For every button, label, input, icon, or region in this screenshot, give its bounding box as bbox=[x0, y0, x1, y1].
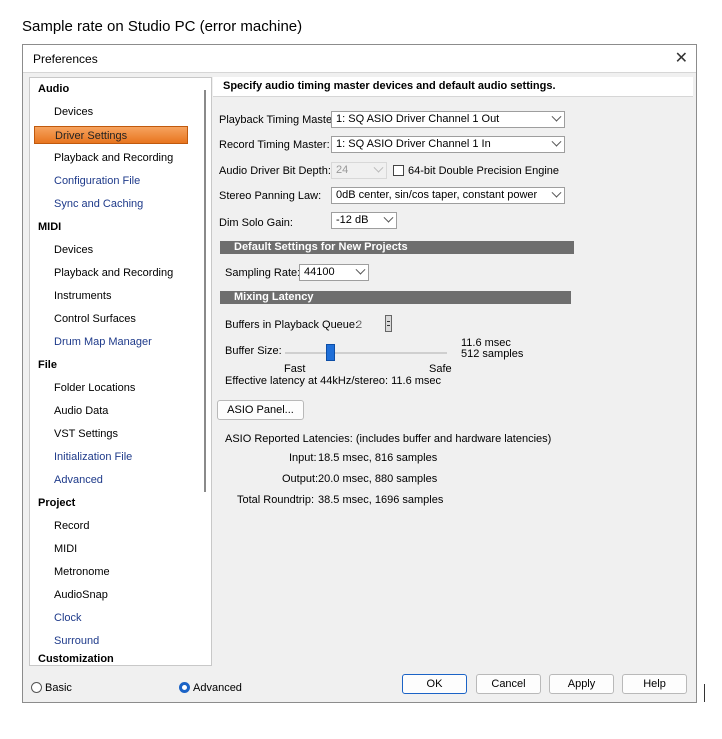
tree-item-audiosnap[interactable]: AudioSnap bbox=[54, 586, 108, 604]
buffer-size-slider-thumb[interactable] bbox=[326, 344, 336, 361]
playback-timing-master-select[interactable]: 1: SQ ASIO Driver Channel 1 Out bbox=[331, 111, 565, 128]
tree-item-instruments[interactable]: Instruments bbox=[54, 287, 111, 305]
tree-scrollbar-thumb[interactable] bbox=[204, 90, 206, 492]
record-timing-master-label: Record Timing Master: bbox=[219, 139, 330, 151]
dim-solo-gain-label: Dim Solo Gain: bbox=[219, 217, 293, 229]
tree-item-driver-settings[interactable]: Driver Settings bbox=[34, 126, 188, 144]
tree-item-audio-data[interactable]: Audio Data bbox=[54, 402, 108, 420]
tree-item-surround[interactable]: Surround bbox=[54, 632, 99, 650]
preferences-dialog: Preferences ✕ Audio Devices Driver Setti… bbox=[22, 44, 697, 703]
driver-settings-panel: Specify audio timing master devices and … bbox=[213, 77, 693, 666]
effective-latency-text: Effective latency at 44kHz/stereo: 11.6 … bbox=[225, 375, 442, 387]
output-latency-label: Output: bbox=[282, 473, 319, 485]
panning-law-value: 0dB center, sin/cos taper, constant powe… bbox=[336, 189, 538, 201]
dim-solo-gain-value: -12 dB bbox=[336, 214, 369, 226]
playback-timing-master-value: 1: SQ ASIO Driver Channel 1 Out bbox=[336, 113, 500, 125]
advanced-mode-radio[interactable] bbox=[179, 682, 190, 693]
help-button[interactable]: Help bbox=[622, 674, 687, 694]
double-precision-checkbox[interactable] bbox=[393, 165, 404, 176]
chevron-down-icon bbox=[355, 264, 366, 275]
bit-depth-value: 24 bbox=[336, 164, 349, 176]
buffers-in-queue-value[interactable]: 2 bbox=[356, 319, 362, 331]
asio-panel-button[interactable]: ASIO Panel... bbox=[217, 400, 304, 420]
input-latency-label: Input: bbox=[289, 452, 317, 464]
tree-item-control-surfaces[interactable]: Control Surfaces bbox=[54, 310, 136, 328]
panning-law-label: Stereo Panning Law: bbox=[219, 190, 322, 202]
tree-item-folder-locations[interactable]: Folder Locations bbox=[54, 379, 135, 397]
buffers-in-queue-spinner[interactable] bbox=[385, 315, 392, 332]
buffer-size-samples: 512 samples bbox=[461, 348, 524, 360]
tree-item-audio-playback-recording[interactable]: Playback and Recording bbox=[54, 149, 173, 167]
chevron-down-icon bbox=[551, 111, 562, 122]
sampling-rate-value: 44100 bbox=[304, 266, 335, 278]
sampling-rate-label: Sampling Rate: bbox=[225, 267, 301, 279]
close-icon[interactable]: ✕ bbox=[675, 48, 688, 68]
tree-category-midi[interactable]: MIDI bbox=[38, 218, 61, 236]
panel-header: Specify audio timing master devices and … bbox=[213, 77, 693, 97]
basic-mode-label[interactable]: Basic bbox=[45, 682, 72, 694]
dim-solo-gain-select[interactable]: -12 dB bbox=[331, 212, 397, 229]
basic-mode-radio[interactable] bbox=[31, 682, 42, 693]
tree-category-project[interactable]: Project bbox=[38, 494, 75, 512]
preferences-tree: Audio Devices Driver Settings Playback a… bbox=[29, 77, 212, 666]
panel-header-text: Specify audio timing master devices and … bbox=[223, 80, 556, 92]
bit-depth-label: Audio Driver Bit Depth: bbox=[219, 165, 331, 177]
apply-button[interactable]: Apply bbox=[549, 674, 614, 694]
chevron-down-icon bbox=[551, 187, 562, 198]
tree-item-audio-devices[interactable]: Devices bbox=[54, 103, 93, 121]
tree-category-customization[interactable]: Customization bbox=[38, 650, 114, 665]
reported-latencies-label: ASIO Reported Latencies: (includes buffe… bbox=[225, 433, 552, 445]
chevron-down-icon bbox=[551, 136, 562, 147]
text-cursor bbox=[704, 684, 705, 702]
buffer-size-fast-label: Fast bbox=[284, 363, 306, 375]
record-timing-master-select[interactable]: 1: SQ ASIO Driver Channel 1 In bbox=[331, 136, 565, 153]
bit-depth-select[interactable]: 24 bbox=[331, 162, 387, 179]
roundtrip-latency-label: Total Roundtrip: bbox=[237, 494, 315, 506]
sampling-rate-select[interactable]: 44100 bbox=[299, 264, 369, 281]
tree-category-audio[interactable]: Audio bbox=[38, 80, 69, 98]
tree-item-configuration-file[interactable]: Configuration File bbox=[54, 172, 140, 190]
tree-item-advanced[interactable]: Advanced bbox=[54, 471, 103, 489]
tree-item-initialization-file[interactable]: Initialization File bbox=[54, 448, 132, 466]
double-precision-label: 64-bit Double Precision Engine bbox=[408, 165, 560, 177]
tree-item-midi-devices[interactable]: Devices bbox=[54, 241, 93, 259]
buffers-in-queue-label: Buffers in Playback Queue: bbox=[225, 319, 359, 331]
tree-item-sync-caching[interactable]: Sync and Caching bbox=[54, 195, 143, 213]
tree-scrollbar[interactable] bbox=[200, 80, 210, 663]
tree-item-record[interactable]: Record bbox=[54, 517, 89, 535]
output-latency-value: 20.0 msec, 880 samples bbox=[318, 473, 438, 485]
ok-button[interactable]: OK bbox=[402, 674, 467, 694]
input-latency-value: 18.5 msec, 816 samples bbox=[318, 452, 438, 464]
tree-item-metronome[interactable]: Metronome bbox=[54, 563, 110, 581]
buffer-size-label: Buffer Size: bbox=[225, 345, 282, 357]
buffer-size-slider-track[interactable] bbox=[285, 352, 447, 354]
tree-item-midi-playback-recording[interactable]: Playback and Recording bbox=[54, 264, 173, 282]
tree-item-drum-map-manager[interactable]: Drum Map Manager bbox=[54, 333, 152, 351]
record-timing-master-value: 1: SQ ASIO Driver Channel 1 In bbox=[336, 138, 491, 150]
playback-timing-master-label: Playback Timing Master: bbox=[219, 114, 339, 126]
tree-item-project-midi[interactable]: MIDI bbox=[54, 540, 77, 558]
roundtrip-latency-value: 38.5 msec, 1696 samples bbox=[318, 494, 444, 506]
tree-category-file[interactable]: File bbox=[38, 356, 57, 374]
buffer-size-safe-label: Safe bbox=[429, 363, 452, 375]
title-bar: Preferences ✕ bbox=[23, 45, 696, 73]
tree-item-clock[interactable]: Clock bbox=[54, 609, 82, 627]
dialog-title: Preferences bbox=[33, 52, 98, 66]
chevron-down-icon bbox=[383, 212, 394, 223]
chevron-down-icon bbox=[373, 162, 384, 173]
tree-item-vst-settings[interactable]: VST Settings bbox=[54, 425, 118, 443]
default-settings-section-header: Default Settings for New Projects bbox=[220, 241, 574, 254]
screenshot-caption: Sample rate on Studio PC (error machine) bbox=[22, 18, 303, 35]
advanced-mode-label[interactable]: Advanced bbox=[193, 682, 242, 694]
cancel-button[interactable]: Cancel bbox=[476, 674, 541, 694]
panning-law-select[interactable]: 0dB center, sin/cos taper, constant powe… bbox=[331, 187, 565, 204]
mixing-latency-section-header: Mixing Latency bbox=[220, 291, 571, 304]
